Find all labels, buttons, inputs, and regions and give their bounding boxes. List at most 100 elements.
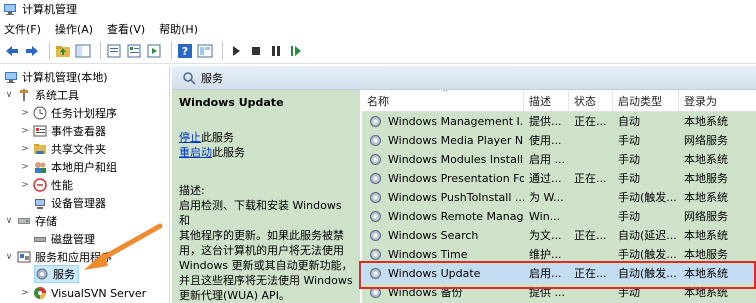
pause-icon[interactable] bbox=[268, 43, 284, 59]
table-row[interactable]: Windows Media Player N... 使用... 手动 网络服务 bbox=[362, 131, 756, 150]
service-status-cell: 正在... bbox=[574, 115, 607, 128]
collapse-icon[interactable]: ∨ bbox=[4, 90, 14, 100]
tree-item-shared-folders[interactable]: > 共享文件夹 bbox=[20, 140, 106, 158]
tree-item-local-users[interactable]: > 本地用户和组 bbox=[20, 158, 117, 176]
collapse-icon[interactable]: ∨ bbox=[4, 216, 14, 226]
show-hide-tree-icon[interactable] bbox=[75, 43, 91, 59]
service-gear-icon bbox=[370, 230, 381, 241]
toolbar: ? bbox=[0, 38, 756, 64]
up-folder-icon[interactable] bbox=[55, 43, 71, 59]
expand-icon[interactable]: > bbox=[20, 144, 30, 154]
tree-item-storage[interactable]: ∨ 存储 bbox=[4, 212, 57, 230]
menu-view[interactable]: 查看(V) bbox=[107, 21, 145, 37]
stop-icon[interactable] bbox=[248, 43, 264, 59]
service-logon-cell: 本地系统 bbox=[684, 286, 728, 299]
users-icon bbox=[33, 160, 47, 174]
service-gear-icon bbox=[370, 192, 381, 203]
column-header-startup-type[interactable]: 启动类型 bbox=[613, 90, 679, 112]
service-startup-type-cell: 手动 bbox=[618, 210, 640, 223]
tree-item-disk-management[interactable]: 磁盘管理 bbox=[20, 230, 95, 248]
service-description-cell: 启用 ... bbox=[529, 153, 565, 166]
restart-service-link[interactable]: 重启动 bbox=[179, 146, 212, 159]
services-gear-icon bbox=[35, 267, 49, 281]
toolbar-separator bbox=[222, 41, 223, 60]
toolbar-separator bbox=[100, 41, 101, 60]
tree-item-performance[interactable]: > 性能 bbox=[20, 176, 73, 194]
column-header-status[interactable]: 状态 bbox=[569, 90, 613, 112]
services-table: ^ 名称 描述 状态 启动类型 登录为 Windows Management I… bbox=[362, 90, 756, 303]
menu-file[interactable]: 文件(F) bbox=[4, 21, 41, 37]
svg-text:?: ? bbox=[182, 45, 188, 58]
table-row[interactable]: Windows 备份 提供 ... 手动 本地系统 bbox=[362, 283, 756, 302]
service-status-cell: 正在... bbox=[574, 229, 607, 242]
tree-root[interactable]: 计算机管理(本地) bbox=[4, 68, 108, 86]
expand-icon[interactable]: > bbox=[20, 288, 30, 298]
storage-icon bbox=[17, 214, 31, 228]
tree-item-label: 磁盘管理 bbox=[51, 233, 95, 246]
menu-help[interactable]: 帮助(H) bbox=[159, 21, 198, 37]
tree-item-label: 事件查看器 bbox=[51, 125, 106, 138]
view-icon[interactable] bbox=[197, 43, 213, 59]
services-pane: 服务 Windows Update 停止此服务 重启动此服务 描述: 启用检测、… bbox=[172, 66, 756, 303]
service-logon-cell: 本地系统 bbox=[684, 153, 728, 166]
resume-icon[interactable] bbox=[288, 43, 304, 59]
table-row[interactable]: Windows Presentation Fo... 通过... 正在... 手动 本地… bbox=[362, 169, 756, 188]
help-icon[interactable]: ? bbox=[177, 43, 193, 59]
tree-root-label: 计算机管理(本地) bbox=[22, 71, 108, 84]
service-status-cell bbox=[574, 207, 613, 226]
tree-item-device-manager[interactable]: 设备管理器 bbox=[20, 194, 106, 212]
tree-item-system-tools[interactable]: ∨ 系统工具 bbox=[4, 86, 79, 104]
tree-item-services-and-apps[interactable]: ∨ 服务和应用程序 bbox=[4, 248, 112, 266]
expand-icon[interactable]: > bbox=[20, 108, 30, 118]
table-row[interactable]: Windows Modules Install... 启用 ... 手动 本地系统 bbox=[362, 150, 756, 169]
title-bar: 计算机管理 bbox=[0, 0, 756, 18]
column-header-logon-as[interactable]: 登录为 bbox=[679, 90, 756, 112]
description-line: 其他程序的更新。如果此服务被禁 bbox=[179, 229, 344, 242]
service-startup-type-cell: 自动 bbox=[618, 115, 640, 128]
stop-service-link[interactable]: 停止 bbox=[179, 131, 201, 144]
service-startup-type-cell: 手动 bbox=[618, 153, 640, 166]
service-status-cell bbox=[574, 150, 613, 169]
refresh-icon[interactable] bbox=[146, 43, 162, 59]
column-header-description[interactable]: 描述 bbox=[524, 90, 569, 112]
column-header-name[interactable]: ^ 名称 bbox=[362, 90, 524, 112]
service-name-heading: Windows Update bbox=[179, 96, 284, 109]
computer-management-icon bbox=[4, 3, 16, 15]
description-line: 启用检测、下载和安装 Windows 和 bbox=[179, 199, 342, 227]
service-logon-cell: 本地系统 bbox=[684, 115, 728, 128]
service-status-cell: 正在... bbox=[574, 172, 607, 185]
service-gear-icon bbox=[370, 116, 381, 127]
toolbar-separator bbox=[171, 41, 172, 60]
menu-action[interactable]: 操作(A) bbox=[55, 21, 93, 37]
service-description-cell: 使用... bbox=[529, 134, 562, 147]
expand-icon[interactable]: > bbox=[20, 162, 30, 172]
expand-icon[interactable]: > bbox=[20, 180, 30, 190]
tree-item-label: 共享文件夹 bbox=[51, 143, 106, 156]
service-startup-type-cell: 手动 bbox=[618, 134, 640, 147]
collapse-icon[interactable]: ∨ bbox=[4, 252, 14, 262]
expand-icon[interactable]: > bbox=[20, 126, 30, 136]
play-icon[interactable] bbox=[228, 43, 244, 59]
service-name-cell: Windows Update bbox=[388, 267, 481, 280]
service-logon-cell: 网络服务 bbox=[684, 134, 728, 147]
service-logon-cell: 本地服务 bbox=[684, 248, 728, 261]
table-row[interactable]: Windows Management I... 提供... 正在... 自动 本地系统 bbox=[362, 112, 756, 131]
tree-item-services[interactable]: 服务 bbox=[34, 265, 79, 283]
table-row[interactable]: Windows Remote Manag... Win... 手动 网络服务 bbox=[362, 207, 756, 226]
tree-item-visualsvn[interactable]: > VisualSVN Server bbox=[20, 284, 146, 302]
forward-arrow-icon[interactable] bbox=[24, 43, 40, 59]
table-row[interactable]: Windows PushToInstall ... 为 W... 手动(触发... 本… bbox=[362, 188, 756, 207]
export-icon[interactable] bbox=[106, 43, 122, 59]
table-row[interactable]: Windows Search 为文... 正在... 自动(延迟... 本地系统 bbox=[362, 226, 756, 245]
computer-management-icon bbox=[4, 70, 18, 84]
service-startup-type-cell: 手动 bbox=[618, 172, 640, 185]
service-logon-cell: 本地系统 bbox=[684, 229, 728, 242]
properties-icon[interactable] bbox=[126, 43, 142, 59]
window-title: 计算机管理 bbox=[22, 3, 77, 16]
tree-item-event-viewer[interactable]: > 事件查看器 bbox=[20, 122, 106, 140]
table-row[interactable]: Windows Update 启用... 正在... 自动(触发... 本地系统 bbox=[362, 264, 756, 283]
table-row[interactable]: Windows Time 维护... 手动(触发... 本地服务 bbox=[362, 245, 756, 264]
tree-item-task-scheduler[interactable]: > 任务计划程序 bbox=[20, 104, 117, 122]
service-status-cell bbox=[574, 131, 613, 150]
back-arrow-icon[interactable] bbox=[4, 43, 20, 59]
